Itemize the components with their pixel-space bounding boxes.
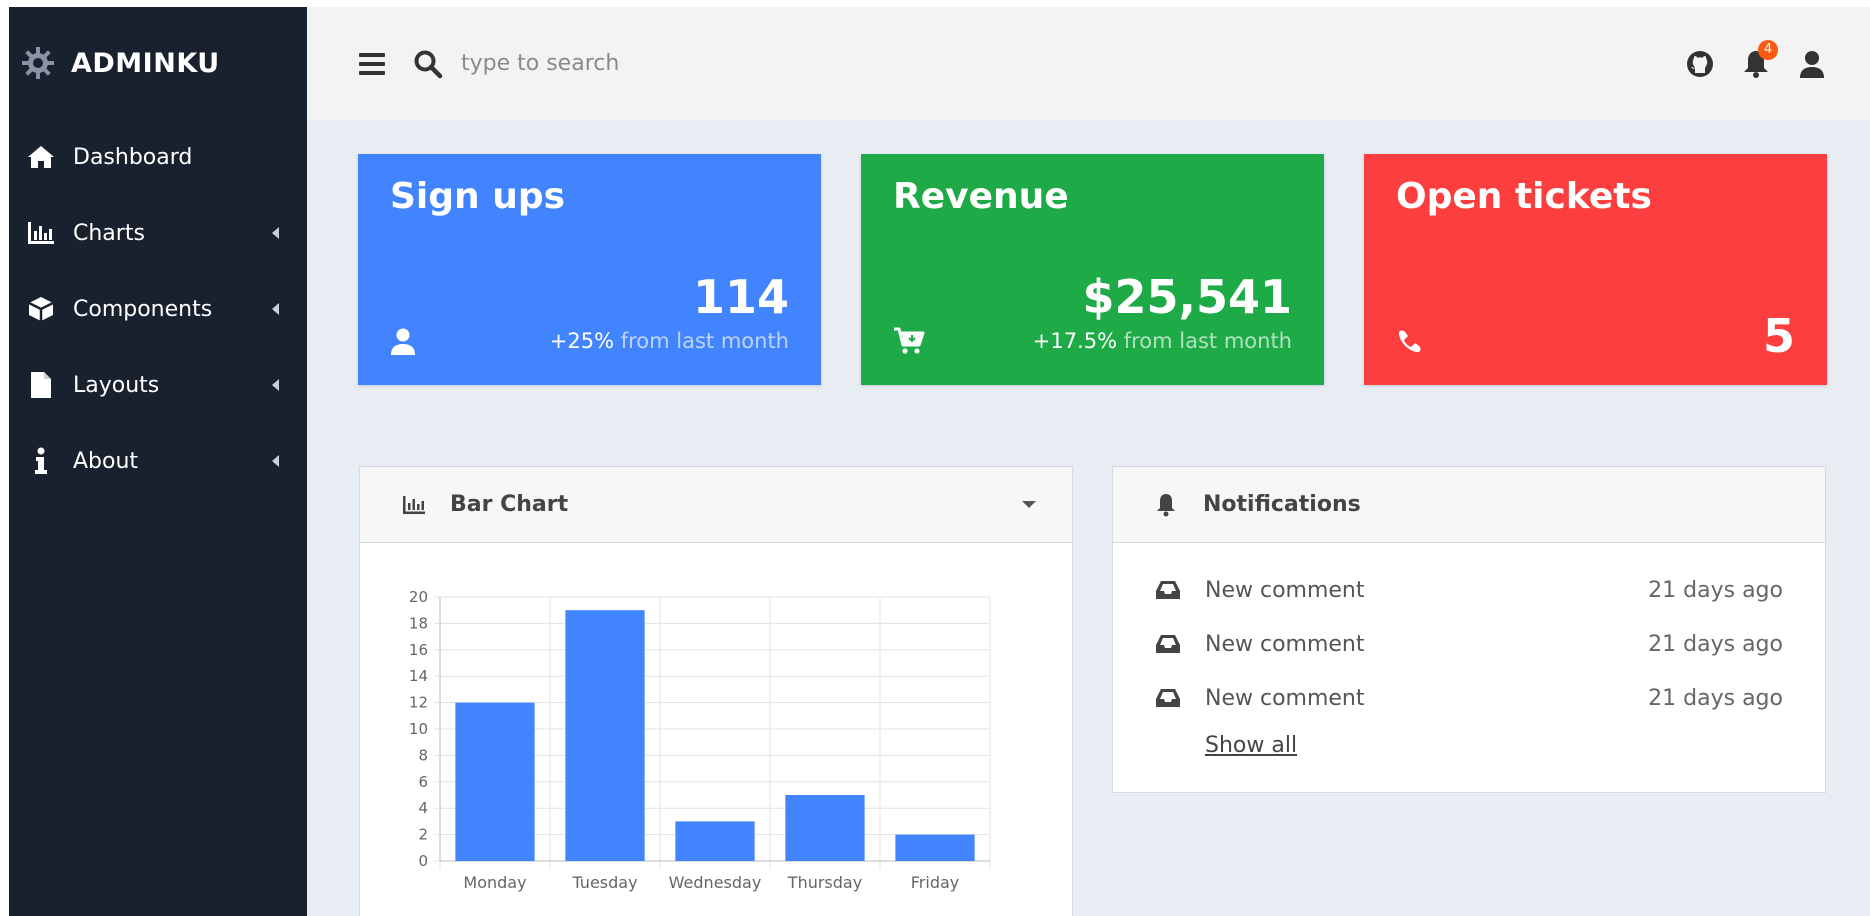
file-icon xyxy=(25,371,57,399)
y-tick-label: 16 xyxy=(409,641,428,659)
card-change: +17.5% from last month xyxy=(1032,329,1292,353)
sidebar-item-label: Dashboard xyxy=(73,144,193,170)
inbox-icon xyxy=(1155,687,1183,709)
cart-icon xyxy=(893,325,925,357)
caret-left-icon xyxy=(272,227,279,239)
x-tick-label: Wednesday xyxy=(669,873,762,892)
y-tick-label: 20 xyxy=(409,588,428,606)
topbar-actions: 4 xyxy=(1660,39,1828,80)
card-footer: +17.5% from last month xyxy=(893,325,1292,357)
bar-chart-panel: Bar Chart 0 2 4 6 8 10 12 14 16 18 20 Monday Tuesday… xyxy=(359,466,1073,916)
github-icon[interactable] xyxy=(1684,48,1716,80)
sidebar-item-charts[interactable]: Charts xyxy=(9,195,307,271)
user-icon[interactable] xyxy=(1796,48,1828,80)
y-tick-label: 14 xyxy=(409,667,428,685)
phone-icon xyxy=(1396,325,1428,357)
brand-name: ADMINKU xyxy=(71,47,220,79)
notification-text: New comment xyxy=(1205,577,1365,603)
y-tick-label: 8 xyxy=(418,746,428,764)
bar-chart-icon xyxy=(402,493,428,517)
signups-card: Sign ups 114 +25% from last month xyxy=(358,154,821,385)
bar-chart-icon xyxy=(25,219,57,247)
main-content: 4 Sign ups 114 +25% from last month Reve… xyxy=(307,7,1870,916)
card-value: 114 xyxy=(692,270,789,324)
search-input[interactable] xyxy=(461,51,961,76)
bar-monday xyxy=(455,702,535,861)
panel-header: Notifications xyxy=(1113,467,1825,543)
y-tick-label: 6 xyxy=(418,773,428,791)
bar-friday xyxy=(895,834,975,861)
card-change: +25% from last month xyxy=(549,329,789,353)
notification-badge: 4 xyxy=(1758,39,1778,60)
panel-title: Bar Chart xyxy=(450,492,569,517)
home-icon xyxy=(25,143,57,171)
gear-icon xyxy=(21,46,55,80)
panel-title: Notifications xyxy=(1203,492,1361,517)
notification-time: 21 days ago xyxy=(1648,577,1783,603)
sidebar-item-label: Components xyxy=(73,296,213,322)
dropdown-caret-icon[interactable] xyxy=(1022,501,1036,508)
card-title: Sign ups xyxy=(390,176,566,217)
bar-thursday xyxy=(785,795,865,861)
notification-item[interactable]: New comment 21 days ago xyxy=(1113,563,1825,617)
card-value: $25,541 xyxy=(1082,270,1292,324)
card-title: Open tickets xyxy=(1396,176,1652,217)
sidebar-item-label: Charts xyxy=(73,220,145,246)
menu-toggle-icon[interactable] xyxy=(359,52,385,75)
inbox-icon xyxy=(1155,579,1183,601)
sidebar-item-dashboard[interactable]: Dashboard xyxy=(9,119,307,195)
inbox-icon xyxy=(1155,633,1183,655)
show-all-link[interactable]: Show all xyxy=(1205,733,1297,758)
topbar: 4 xyxy=(307,7,1870,120)
bell-icon[interactable]: 4 xyxy=(1740,39,1778,80)
y-tick-label: 2 xyxy=(418,826,428,844)
search-icon[interactable] xyxy=(413,49,443,79)
sidebar-item-about[interactable]: About xyxy=(9,423,307,499)
x-tick-label: Tuesday xyxy=(571,873,637,892)
y-tick-label: 10 xyxy=(409,720,428,738)
revenue-card: Revenue $25,541 +17.5% from last month xyxy=(861,154,1324,385)
sidebar-item-layouts[interactable]: Layouts xyxy=(9,347,307,423)
y-tick-label: 4 xyxy=(418,799,428,817)
card-title: Revenue xyxy=(893,176,1069,217)
y-tick-label: 18 xyxy=(409,614,428,632)
notification-text: New comment xyxy=(1205,631,1365,657)
sidebar: ADMINKU Dashboard Charts Components Layo… xyxy=(9,7,307,916)
notification-list: New comment 21 days ago New comment 21 d… xyxy=(1113,543,1825,758)
y-tick-label: 12 xyxy=(409,694,428,712)
notification-time: 21 days ago xyxy=(1648,685,1783,711)
card-footer: +25% from last month xyxy=(390,325,789,357)
x-tick-label: Thursday xyxy=(787,873,862,892)
app-frame: ADMINKU Dashboard Charts Components Layo… xyxy=(9,7,1870,916)
cube-icon xyxy=(25,295,57,323)
x-tick-label: Friday xyxy=(911,873,960,892)
x-tick-label: Monday xyxy=(463,873,526,892)
bar-wednesday xyxy=(675,821,755,861)
caret-left-icon xyxy=(272,303,279,315)
brand[interactable]: ADMINKU xyxy=(9,7,307,119)
bar-tuesday xyxy=(565,610,645,861)
notification-time: 21 days ago xyxy=(1648,631,1783,657)
user-icon xyxy=(390,325,422,357)
card-footer xyxy=(1396,325,1795,357)
info-icon xyxy=(25,447,57,475)
notifications-panel: Notifications New comment 21 days ago Ne… xyxy=(1112,466,1826,793)
caret-left-icon xyxy=(272,455,279,467)
sidebar-item-label: About xyxy=(73,448,139,474)
notification-item[interactable]: New comment 21 days ago xyxy=(1113,671,1825,725)
notification-item[interactable]: New comment 21 days ago xyxy=(1113,617,1825,671)
bell-icon xyxy=(1155,493,1181,517)
bar-chart: 0 2 4 6 8 10 12 14 16 18 20 Monday Tuesday Wednesday T… xyxy=(409,588,991,892)
open-tickets-card: Open tickets 5 xyxy=(1364,154,1827,385)
sidebar-item-components[interactable]: Components xyxy=(9,271,307,347)
notification-text: New comment xyxy=(1205,685,1365,711)
panel-header: Bar Chart xyxy=(360,467,1072,543)
caret-left-icon xyxy=(272,379,279,391)
sidebar-item-label: Layouts xyxy=(73,372,160,398)
y-tick-label: 0 xyxy=(418,852,428,870)
